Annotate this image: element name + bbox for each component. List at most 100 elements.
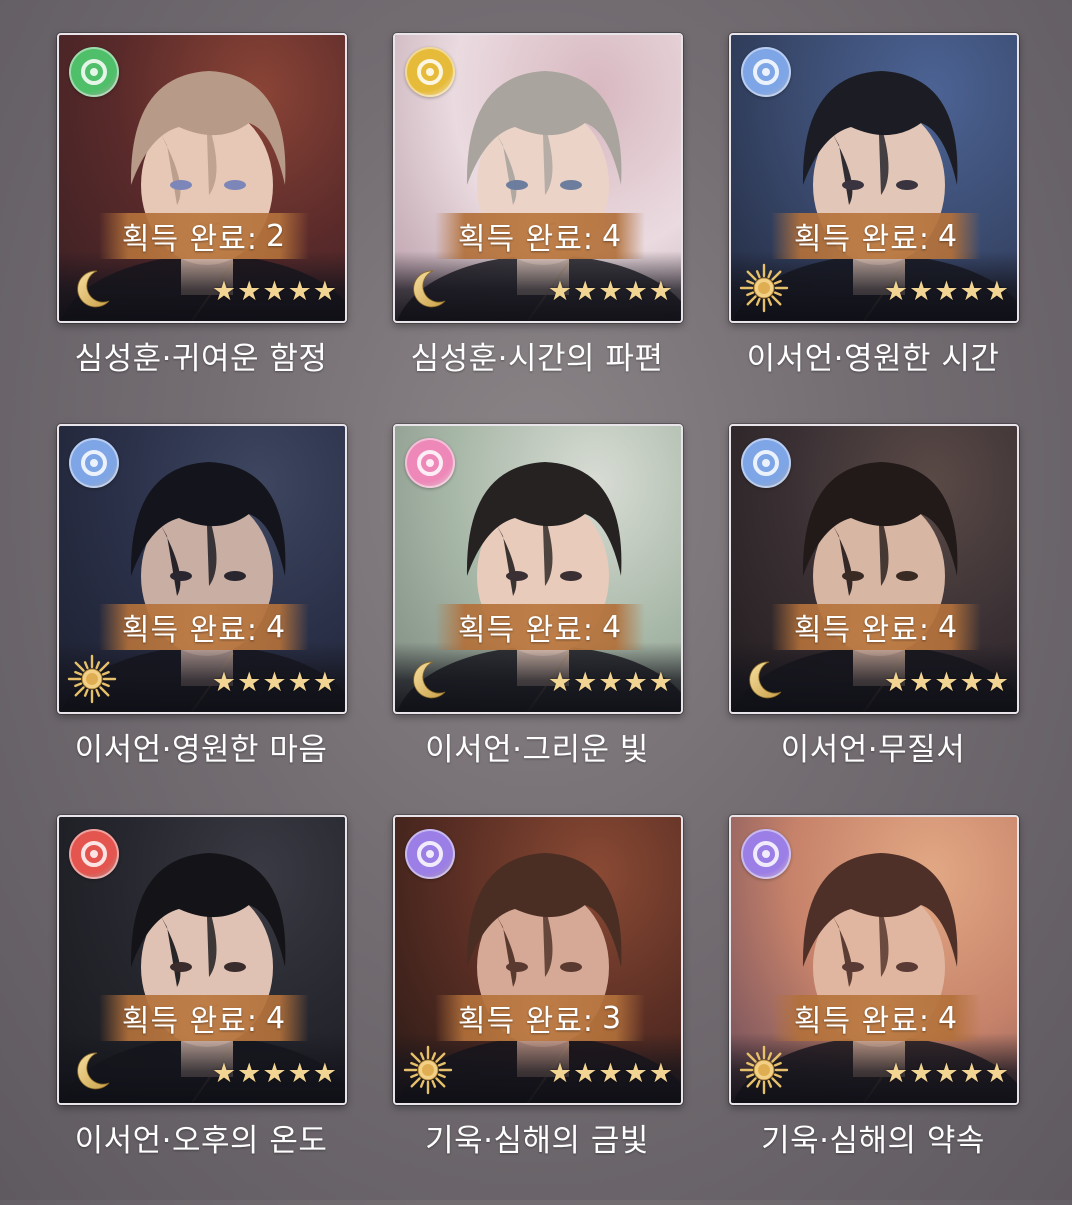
star-icon: ★ bbox=[959, 276, 984, 307]
moon-icon bbox=[67, 1045, 117, 1095]
star-rating: ★ ★ ★ ★ ★ bbox=[548, 669, 673, 696]
card-slot[interactable]: 획득 완료: 3 ★ ★ ★ ★ ★ 기욱·심해의 금빛 bbox=[393, 815, 683, 1205]
obtained-count: 4 bbox=[937, 609, 959, 645]
obtained-label: 획득 완료: bbox=[457, 222, 594, 257]
star-icon: ★ bbox=[984, 1058, 1009, 1089]
memory-card[interactable]: 획득 완료: 4 ★ ★ ★ ★ ★ bbox=[729, 33, 1019, 323]
star-icon: ★ bbox=[287, 667, 312, 698]
card-slot[interactable]: 획득 완료: 4 ★ ★ ★ ★ ★ 이서언·그리운 빛 bbox=[393, 424, 683, 814]
obtained-label: 획득 완료: bbox=[793, 1004, 930, 1039]
memory-card[interactable]: 획득 완료: 4 ★ ★ ★ ★ ★ bbox=[393, 33, 683, 323]
obtained-count-banner: 획득 완료: 4 bbox=[435, 604, 645, 650]
star-icon: ★ bbox=[211, 667, 237, 698]
star-icon: ★ bbox=[237, 667, 262, 698]
obtained-count: 4 bbox=[601, 218, 623, 254]
star-rating: ★ ★ ★ ★ ★ bbox=[548, 1060, 673, 1087]
star-icon: ★ bbox=[287, 276, 312, 307]
memory-card[interactable]: 획득 완료: 4 ★ ★ ★ ★ ★ bbox=[393, 424, 683, 714]
star-icon: ★ bbox=[959, 667, 984, 698]
sun-icon bbox=[67, 654, 117, 704]
star-icon: ★ bbox=[648, 276, 673, 307]
star-icon: ★ bbox=[598, 276, 623, 307]
star-icon: ★ bbox=[312, 276, 337, 307]
obtained-count: 4 bbox=[265, 609, 287, 645]
card-slot[interactable]: 획득 완료: 4 ★ ★ ★ ★ ★ 이서언·무질서 bbox=[729, 424, 1019, 814]
card-slot[interactable]: 획득 완료: 4 ★ ★ ★ ★ ★ 심성훈·시간의 파편 bbox=[393, 33, 683, 423]
obtained-count: 4 bbox=[601, 609, 623, 645]
star-icon: ★ bbox=[237, 276, 262, 307]
star-icon: ★ bbox=[598, 667, 623, 698]
star-icon: ★ bbox=[262, 667, 287, 698]
card-slot[interactable]: 획득 완료: 2 ★ ★ ★ ★ ★ 심성훈·귀여운 함정 bbox=[57, 33, 347, 423]
star-icon: ★ bbox=[287, 1058, 312, 1089]
star-rating: ★ ★ ★ ★ ★ bbox=[884, 1060, 1009, 1087]
card-title: 기욱·심해의 약속 bbox=[761, 1123, 985, 1159]
star-icon: ★ bbox=[623, 667, 648, 698]
card-slot[interactable]: 획득 완료: 4 ★ ★ ★ ★ ★ 기욱·심해의 약속 bbox=[729, 815, 1019, 1205]
obtained-count-banner: 획득 완료: 3 bbox=[435, 995, 645, 1041]
star-icon: ★ bbox=[312, 1058, 337, 1089]
star-icon: ★ bbox=[573, 276, 598, 307]
obtained-label: 획득 완료: bbox=[793, 613, 930, 648]
card-title: 기욱·심해의 금빛 bbox=[425, 1123, 649, 1159]
star-rating: ★ ★ ★ ★ ★ bbox=[212, 669, 337, 696]
card-slot[interactable]: 획득 완료: 4 ★ ★ ★ ★ ★ 이서언·오후의 온도 bbox=[57, 815, 347, 1205]
card-slot[interactable]: 획득 완료: 4 ★ ★ ★ ★ ★ 이서언·영원한 시간 bbox=[729, 33, 1019, 423]
obtained-count: 4 bbox=[265, 1000, 287, 1036]
obtained-count: 4 bbox=[937, 218, 959, 254]
star-icon: ★ bbox=[547, 667, 573, 698]
attribute-icon bbox=[405, 438, 455, 488]
memory-card[interactable]: 획득 완료: 4 ★ ★ ★ ★ ★ bbox=[729, 815, 1019, 1105]
card-title: 이서언·그리운 빛 bbox=[425, 732, 649, 768]
attribute-icon bbox=[741, 438, 791, 488]
star-icon: ★ bbox=[984, 276, 1009, 307]
star-icon: ★ bbox=[934, 276, 959, 307]
star-rating: ★ ★ ★ ★ ★ bbox=[884, 278, 1009, 305]
star-icon: ★ bbox=[909, 667, 934, 698]
star-icon: ★ bbox=[934, 667, 959, 698]
sun-icon bbox=[739, 263, 789, 313]
star-icon: ★ bbox=[883, 276, 909, 307]
obtained-label: 획득 완료: bbox=[121, 1004, 258, 1039]
star-icon: ★ bbox=[984, 667, 1009, 698]
attribute-icon bbox=[741, 47, 791, 97]
card-title: 심성훈·귀여운 함정 bbox=[74, 341, 328, 377]
obtained-count: 4 bbox=[937, 1000, 959, 1036]
star-rating: ★ ★ ★ ★ ★ bbox=[212, 1060, 337, 1087]
memory-card[interactable]: 획득 완료: 4 ★ ★ ★ ★ ★ bbox=[729, 424, 1019, 714]
star-icon: ★ bbox=[547, 276, 573, 307]
star-icon: ★ bbox=[573, 667, 598, 698]
obtained-label: 획득 완료: bbox=[121, 613, 258, 648]
star-icon: ★ bbox=[312, 667, 337, 698]
obtained-count-banner: 획득 완료: 4 bbox=[771, 604, 981, 650]
star-icon: ★ bbox=[237, 1058, 262, 1089]
attribute-icon bbox=[69, 438, 119, 488]
star-icon: ★ bbox=[959, 1058, 984, 1089]
moon-icon bbox=[739, 654, 789, 704]
star-icon: ★ bbox=[909, 1058, 934, 1089]
card-title: 심성훈·시간의 파편 bbox=[410, 341, 664, 377]
card-title: 이서언·무질서 bbox=[780, 732, 966, 768]
attribute-icon bbox=[741, 829, 791, 879]
attribute-icon bbox=[69, 47, 119, 97]
attribute-icon bbox=[405, 829, 455, 879]
star-rating: ★ ★ ★ ★ ★ bbox=[212, 278, 337, 305]
star-icon: ★ bbox=[883, 667, 909, 698]
memory-card[interactable]: 획득 완료: 3 ★ ★ ★ ★ ★ bbox=[393, 815, 683, 1105]
star-icon: ★ bbox=[262, 1058, 287, 1089]
star-icon: ★ bbox=[909, 276, 934, 307]
sun-icon bbox=[739, 1045, 789, 1095]
memory-card[interactable]: 획득 완료: 4 ★ ★ ★ ★ ★ bbox=[57, 815, 347, 1105]
card-grid: 획득 완료: 2 ★ ★ ★ ★ ★ 심성훈·귀여운 함정 획득 완료: 4 ★ ★ ★ ★ ★ 심성훈·시… bbox=[0, 0, 1072, 1200]
card-slot[interactable]: 획득 완료: 4 ★ ★ ★ ★ ★ 이서언·영원한 마음 bbox=[57, 424, 347, 814]
obtained-label: 획득 완료: bbox=[121, 222, 258, 257]
obtained-count-banner: 획득 완료: 4 bbox=[99, 604, 309, 650]
star-icon: ★ bbox=[262, 276, 287, 307]
moon-icon bbox=[403, 263, 453, 313]
memory-card[interactable]: 획득 완료: 4 ★ ★ ★ ★ ★ bbox=[57, 424, 347, 714]
obtained-count-banner: 획득 완료: 2 bbox=[99, 213, 309, 259]
memory-card[interactable]: 획득 완료: 2 ★ ★ ★ ★ ★ bbox=[57, 33, 347, 323]
star-icon: ★ bbox=[934, 1058, 959, 1089]
card-title: 이서언·영원한 마음 bbox=[74, 732, 328, 768]
obtained-count-banner: 획득 완료: 4 bbox=[99, 995, 309, 1041]
